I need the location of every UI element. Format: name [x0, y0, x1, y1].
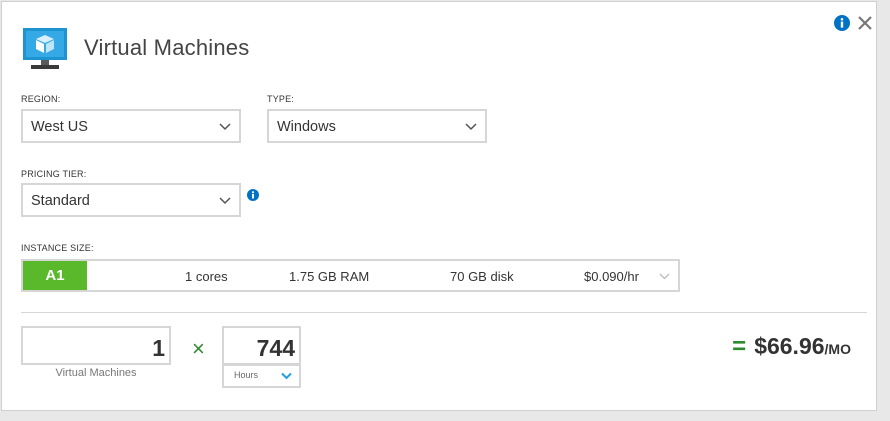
pricing-tier-value: Standard: [31, 193, 90, 209]
machines-count-input[interactable]: 1: [21, 326, 171, 365]
chevron-down-icon: [219, 123, 231, 131]
info-icon[interactable]: [834, 15, 850, 31]
instance-cores: 1 cores: [185, 269, 228, 284]
machines-count-label: Virtual Machines: [55, 367, 137, 379]
type-label: TYPE:: [267, 94, 295, 104]
multiply-sign: ×: [192, 336, 205, 361]
chevron-down-icon: [281, 372, 292, 380]
instance-ram: 1.75 GB RAM: [289, 269, 370, 284]
region-label: REGION:: [21, 94, 61, 104]
chevron-down-icon: [465, 123, 477, 131]
instance-size-select[interactable]: A1 1 cores 1.75 GB RAM 70 GB disk $0.090…: [21, 259, 680, 292]
pricing-tier-select[interactable]: Standard: [21, 183, 241, 217]
region-value: West US: [31, 119, 88, 135]
monthly-total: = $66.96/MO: [732, 333, 851, 361]
calculator-card: Virtual Machines REGION: West US TYPE: W…: [1, 1, 877, 411]
pricing-tier-label: PRICING TIER:: [21, 169, 87, 179]
virtual-machine-icon: [23, 28, 67, 69]
instance-price: $0.090/hr: [584, 269, 639, 284]
chevron-down-icon: [659, 273, 670, 280]
chevron-down-icon: [219, 197, 231, 205]
region-select[interactable]: West US: [21, 109, 241, 143]
instance-disk: 70 GB disk: [450, 269, 514, 284]
page-title: Virtual Machines: [84, 35, 250, 60]
equals-sign: =: [732, 333, 747, 360]
hours-input[interactable]: 744: [222, 326, 301, 365]
divider: [21, 312, 867, 313]
type-value: Windows: [277, 119, 336, 135]
instance-size-badge: A1: [23, 261, 87, 290]
info-icon[interactable]: [247, 189, 259, 201]
hours-unit-select[interactable]: Hours: [222, 364, 301, 388]
type-select[interactable]: Windows: [267, 109, 487, 143]
total-period: /MO: [824, 341, 851, 357]
close-icon[interactable]: [857, 15, 873, 31]
instance-size-label: INSTANCE SIZE:: [21, 243, 94, 253]
hours-unit-value: Hours: [234, 370, 259, 380]
total-amount: $66.96: [754, 333, 825, 359]
